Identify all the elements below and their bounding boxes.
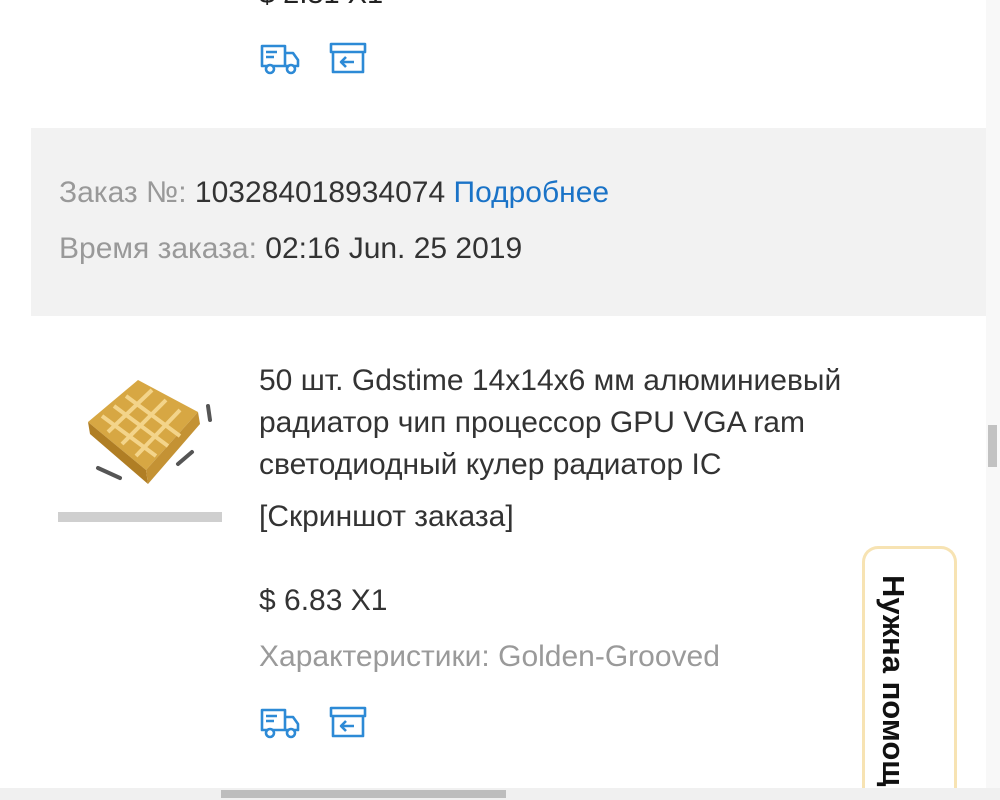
product-specs: Характеристики: Golden-Grooved xyxy=(259,640,720,673)
help-tab[interactable]: Нужна помощь xyxy=(862,546,957,800)
order-snapshot-link[interactable]: [Скриншот заказа] xyxy=(259,500,514,534)
product-image[interactable] xyxy=(58,360,222,522)
orders-page: $ 2.31 X1 Заказ №: xyxy=(0,0,1000,800)
horizontal-scrollbar-thumb[interactable] xyxy=(221,790,506,798)
shipping-truck-icon[interactable] xyxy=(259,40,301,76)
return-box-icon[interactable] xyxy=(327,704,369,740)
shipping-truck-icon[interactable] xyxy=(259,704,301,740)
order-time-label: Время заказа: xyxy=(59,232,257,265)
horizontal-scrollbar[interactable] xyxy=(0,788,1000,800)
product-title-link[interactable]: 50 шт. Gdstime 14x14x6 мм алюминиевый ра… xyxy=(259,360,959,486)
order-number-label: Заказ №: xyxy=(59,176,187,209)
previous-item-price: $ 2.31 X1 xyxy=(259,0,383,11)
order-number: 103284018934074 xyxy=(194,176,446,209)
help-tab-label: Нужна помощь xyxy=(876,575,911,800)
return-box-icon[interactable] xyxy=(327,40,369,76)
order-number-line: Заказ №: 103284018934074 Подробнее xyxy=(59,176,609,210)
previous-order-item: $ 2.31 X1 xyxy=(0,0,986,128)
vertical-scrollbar[interactable] xyxy=(986,0,1000,790)
vertical-scrollbar-thumb[interactable] xyxy=(988,425,997,467)
order-time-line: Время заказа: 02:16 Jun. 25 2019 xyxy=(59,232,522,266)
order-header: Заказ №: 103284018934074 Подробнее Время… xyxy=(31,128,986,316)
order-time: 02:16 Jun. 25 2019 xyxy=(265,232,523,265)
product-price: $ 6.83 X1 xyxy=(259,584,388,617)
order-details-link[interactable]: Подробнее xyxy=(454,176,610,209)
product-actions xyxy=(259,704,369,740)
previous-item-actions xyxy=(259,40,369,76)
